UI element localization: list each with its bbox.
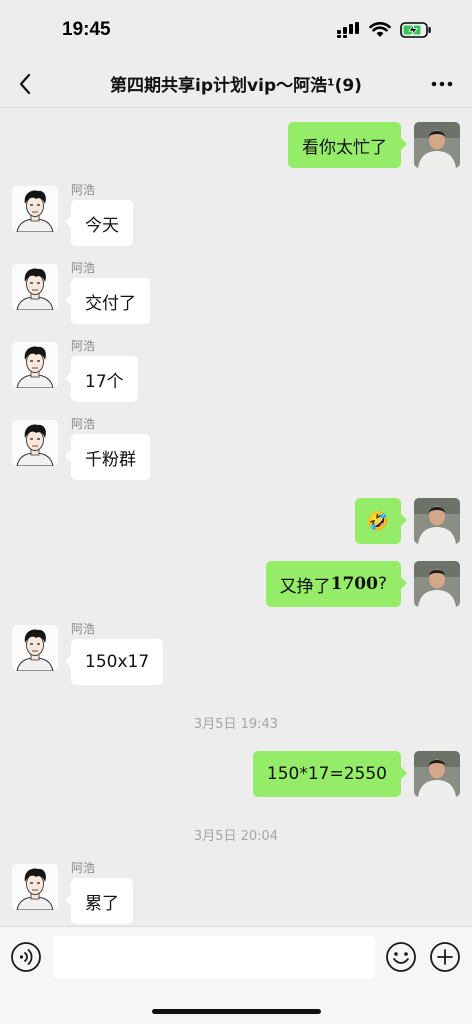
sender-avatar[interactable] xyxy=(12,864,58,910)
sender-avatar[interactable] xyxy=(12,186,58,232)
my-avatar[interactable] xyxy=(414,751,460,797)
message-text: 千粉群 xyxy=(85,449,136,470)
status-bar: 19:45 xyxy=(0,0,472,60)
my-avatar-photo xyxy=(414,751,460,797)
nav-bar: 第四期共享ip计划vip～阿浩¹(9) xyxy=(0,60,472,108)
sender-avatar[interactable] xyxy=(12,342,58,388)
message-text: 17个 xyxy=(85,371,124,392)
sender-name: 阿浩 xyxy=(71,183,96,197)
sender-name: 阿浩 xyxy=(71,417,96,431)
message-text: 今天 xyxy=(85,215,119,236)
cartoon-avatar xyxy=(12,264,58,310)
message-input[interactable] xyxy=(53,936,375,979)
more-options-icon[interactable] xyxy=(430,74,454,94)
wifi-icon xyxy=(369,22,391,37)
sender-avatar[interactable] xyxy=(12,420,58,466)
sender-name: 阿浩 xyxy=(71,261,96,275)
message-text-suffix: ? xyxy=(377,574,387,594)
message-text: 累了 xyxy=(85,893,119,914)
message-text: 看你太忙了 xyxy=(302,137,387,158)
sender-name: 阿浩 xyxy=(71,622,96,636)
voice-input-icon[interactable] xyxy=(10,941,42,973)
message-bubble[interactable]: 累了 xyxy=(65,878,133,924)
message-bubble[interactable]: 又挣了 1700? xyxy=(265,561,408,607)
signal-icon xyxy=(337,22,359,38)
back-chevron-icon[interactable] xyxy=(14,72,38,96)
my-avatar-photo xyxy=(414,498,460,544)
message-text: 又挣了 xyxy=(279,576,331,597)
my-avatar-photo xyxy=(414,122,460,168)
message-text: 交付了 xyxy=(85,293,136,314)
timestamp: 3月5日 19:43 xyxy=(193,717,279,732)
message-bubble[interactable]: 150x17 xyxy=(64,639,164,685)
timestamp: 3月5日 20:04 xyxy=(193,829,279,844)
my-avatar-photo xyxy=(414,561,460,607)
message-bubble[interactable]: 今天 xyxy=(65,200,133,246)
message-number: 1700 xyxy=(330,574,378,594)
message-bubble[interactable]: 150*17=2550 xyxy=(252,751,408,797)
status-icons xyxy=(336,22,432,38)
cartoon-avatar xyxy=(12,186,58,232)
battery-charging-icon xyxy=(400,22,431,38)
message-text: 150x17 xyxy=(85,652,150,672)
cartoon-avatar xyxy=(12,342,58,388)
rofl-emoji: 🤣 xyxy=(366,510,389,532)
chat-title: 第四期共享ip计划vip～阿浩¹(9) xyxy=(110,76,362,96)
my-avatar[interactable] xyxy=(414,122,460,168)
message-bubble[interactable]: 看你太忙了 xyxy=(288,122,407,168)
sender-name: 阿浩 xyxy=(71,861,96,875)
message-bubble[interactable]: 千粉群 xyxy=(65,434,150,480)
emoji-icon[interactable] xyxy=(385,941,417,973)
status-time: 19:45 xyxy=(62,19,111,40)
plus-icon[interactable] xyxy=(429,941,461,973)
home-indicator xyxy=(152,1009,321,1014)
my-avatar[interactable] xyxy=(414,498,460,544)
message-text: 150*17=2550 xyxy=(266,764,387,784)
cartoon-avatar xyxy=(12,864,58,910)
message-bubble[interactable]: 🤣 xyxy=(354,498,408,544)
message-list[interactable]: 看你太忙了 阿浩 今天 阿浩 交付了 阿浩 17个 阿浩 千粉群 🤣 又挣了 1… xyxy=(0,108,472,926)
sender-avatar[interactable] xyxy=(12,625,58,671)
my-avatar[interactable] xyxy=(414,561,460,607)
message-bubble[interactable]: 17个 xyxy=(65,356,138,402)
sender-name: 阿浩 xyxy=(71,339,96,353)
cartoon-avatar xyxy=(12,420,58,466)
cartoon-avatar xyxy=(12,625,58,671)
message-bubble[interactable]: 交付了 xyxy=(65,278,150,324)
sender-avatar[interactable] xyxy=(12,264,58,310)
